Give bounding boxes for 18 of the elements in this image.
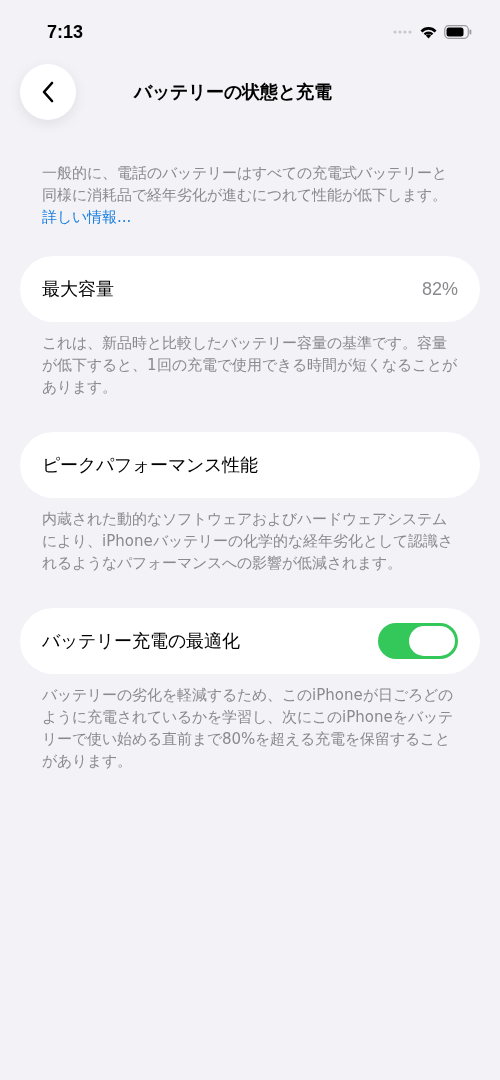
status-time: 7:13 (47, 21, 84, 43)
back-chevron-icon (41, 81, 55, 103)
settings-row[interactable]: 最大容量 82% (20, 256, 480, 322)
battery-icon (444, 25, 472, 39)
row-value: 82% (421, 278, 458, 300)
wifi-icon (419, 25, 438, 39)
section-footer: 内蔵された動的なソフトウェアおよびハードウェアシステムにより、iPhoneバッテリーの化学的な経年劣化として認識されるようなパフォーマンスへの影響が低減されます。 (0, 508, 500, 574)
section-footer: これは、新品時と比較したバッテリー容量の基準です。容量が低下すると、1回の充電で使用できる時間が短くなることがあります。 (0, 332, 500, 398)
row-label: 最大容量 (42, 277, 114, 301)
settings-row[interactable]: ピークパフォーマンス性能 (20, 432, 480, 498)
row-label: バッテリー充電の最適化 (42, 629, 240, 653)
intro-text: 一般的に、電話のバッテリーはすべての充電式バッテリーと同様に消耗品で経年劣化が進むにつれて性能が低下します。 詳しい情報... (41, 163, 448, 228)
section-footer: バッテリーの劣化を軽減するため、このiPhoneが日ごろどのように充電されているかを学習し、次にこのiPhoneをバッテリーで使い始める直前まで80%を超える充電を保留することがあります。 (0, 684, 500, 772)
toggle-switch[interactable] (378, 623, 458, 659)
row-label: ピークパフォーマンス性能 (42, 453, 258, 477)
learn-more-link[interactable]: 詳しい情報... (42, 208, 132, 226)
page-title: バッテリーの状態と充電 (134, 80, 332, 104)
signal-icon (393, 30, 413, 34)
